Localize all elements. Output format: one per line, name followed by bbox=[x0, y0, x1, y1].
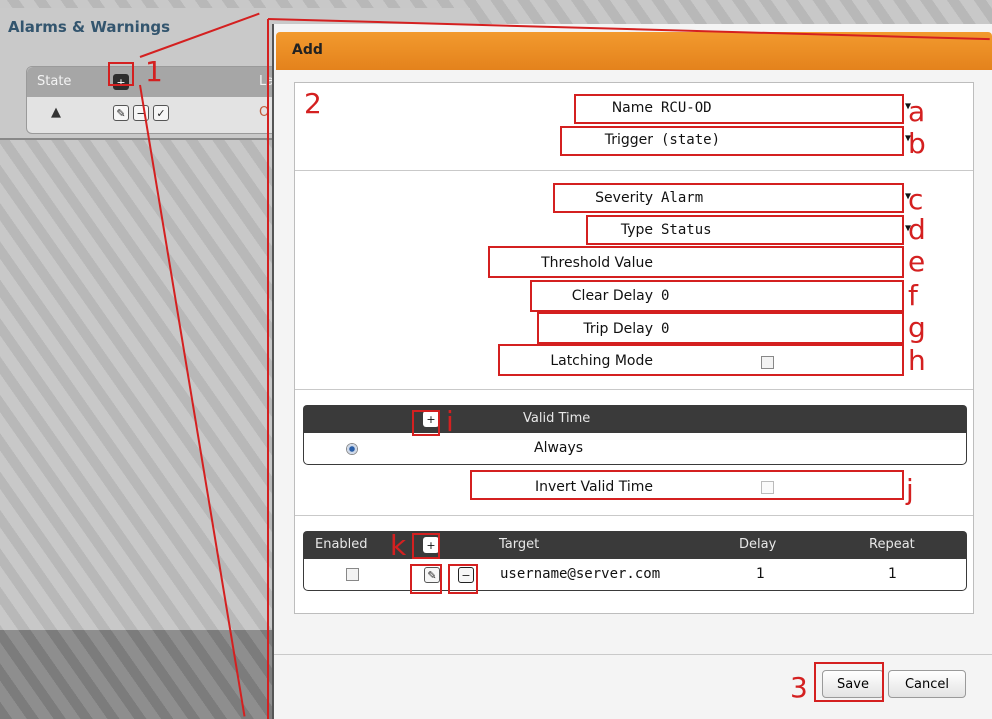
annotation-f: f bbox=[908, 279, 918, 312]
wrench-icon[interactable]: ✎ bbox=[113, 105, 129, 121]
remove-target-icon[interactable]: − bbox=[458, 567, 474, 583]
annotation-c: c bbox=[908, 183, 924, 216]
save-button[interactable]: Save bbox=[822, 670, 884, 698]
annotation-b: b bbox=[908, 127, 926, 160]
invert-valid-time-checkbox[interactable] bbox=[761, 481, 774, 494]
annotation-k: k bbox=[390, 529, 407, 562]
type-label: Type bbox=[620, 222, 653, 238]
annotation-e: e bbox=[908, 245, 926, 278]
divider bbox=[295, 389, 973, 390]
threshold-input[interactable] bbox=[657, 252, 903, 276]
edit-target-icon[interactable]: ✎ bbox=[424, 567, 440, 583]
col-state: State bbox=[37, 74, 72, 89]
cancel-button[interactable]: Cancel bbox=[888, 670, 966, 698]
warning-triangle-icon: ▲ bbox=[51, 105, 61, 120]
target-delay: 1 bbox=[756, 566, 765, 582]
valid-time-radio[interactable] bbox=[346, 443, 358, 455]
annotation-i: i bbox=[446, 405, 454, 438]
valid-time-row: Always bbox=[303, 433, 967, 465]
col-delay: Delay bbox=[739, 537, 777, 552]
add-valid-time-icon[interactable]: + bbox=[423, 411, 439, 427]
annotation-1: 1 bbox=[145, 55, 163, 88]
footer-divider bbox=[274, 654, 992, 655]
annotation-g: g bbox=[908, 311, 926, 344]
trigger-label: Trigger bbox=[604, 132, 653, 148]
name-label: Name bbox=[611, 100, 653, 116]
annotation-line bbox=[267, 19, 269, 719]
invert-valid-time-label: Invert Valid Time bbox=[534, 479, 653, 495]
add-alarm-icon[interactable]: + bbox=[113, 74, 129, 90]
trigger-select[interactable]: (state) ▼ bbox=[657, 129, 917, 153]
name-select[interactable]: RCU-OD ▼ bbox=[657, 97, 917, 121]
divider bbox=[295, 515, 973, 516]
clear-delay-label: Clear Delay bbox=[571, 288, 653, 304]
annotation-3: 3 bbox=[790, 671, 808, 704]
target-row: ✎ − username@server.com 1 1 bbox=[303, 559, 967, 591]
panel-title: Alarms & Warnings bbox=[8, 18, 171, 36]
trip-delay-label: Trip Delay bbox=[583, 321, 653, 337]
latching-mode-checkbox[interactable] bbox=[761, 356, 774, 369]
valid-time-header: + Valid Time bbox=[303, 405, 967, 433]
target-repeat: 1 bbox=[888, 566, 897, 582]
clear-delay-input[interactable]: 0 bbox=[657, 285, 903, 309]
check-icon[interactable]: ✓ bbox=[153, 105, 169, 121]
dialog-header: Add bbox=[276, 32, 992, 70]
valid-time-value: Always bbox=[534, 440, 584, 456]
divider bbox=[295, 170, 973, 171]
add-target-icon[interactable]: + bbox=[423, 537, 439, 553]
target-email: username@server.com bbox=[500, 566, 661, 582]
severity-label: Severity bbox=[595, 190, 653, 206]
dialog-title: Add bbox=[292, 42, 323, 58]
annotation-j: j bbox=[906, 473, 914, 506]
annotation-d: d bbox=[908, 213, 926, 246]
col-repeat: Repeat bbox=[869, 537, 915, 552]
target-enabled-checkbox[interactable] bbox=[346, 568, 359, 581]
severity-select[interactable]: Alarm ▼ bbox=[657, 187, 917, 211]
valid-time-column: Valid Time bbox=[523, 411, 591, 426]
annotation-a: a bbox=[908, 95, 926, 128]
col-target: Target bbox=[499, 537, 540, 552]
annotation-2: 2 bbox=[304, 87, 322, 120]
trip-delay-input[interactable]: 0 bbox=[657, 318, 903, 342]
col-enabled: Enabled bbox=[315, 537, 368, 552]
add-dialog: Add Name RCU-OD ▼ Trigger (state) ▼ Severi… bbox=[272, 24, 992, 719]
threshold-label: Threshold Value bbox=[541, 255, 653, 271]
annotation-h: h bbox=[908, 344, 926, 377]
type-select[interactable]: Status ▼ bbox=[657, 219, 917, 243]
latching-mode-label: Latching Mode bbox=[550, 353, 653, 369]
